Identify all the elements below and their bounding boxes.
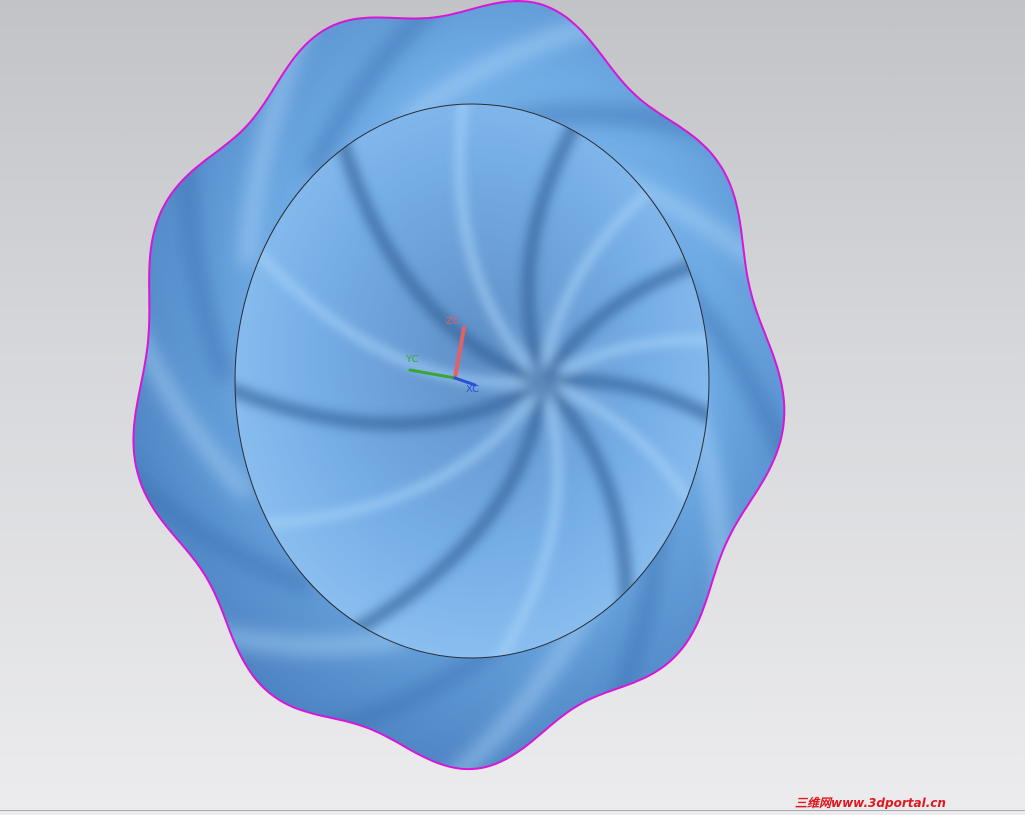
xc-label: XC [466, 384, 479, 395]
zc-label: ZC [446, 316, 460, 327]
swirl-disc-model[interactable] [35, 0, 875, 815]
model-scene[interactable]: ZC YC XC [0, 0, 1025, 815]
graphics-viewport[interactable]: ZC YC XC 三维网www.3dportal.cn [0, 0, 1025, 815]
viewport-bottom-border [0, 810, 1025, 811]
watermark-logo: 三维网www.3dportal.cn [795, 796, 946, 809]
svg-text:三维网www.3dportal.cn: 三维网www.3dportal.cn [795, 796, 946, 809]
yc-label: YC [405, 354, 419, 365]
